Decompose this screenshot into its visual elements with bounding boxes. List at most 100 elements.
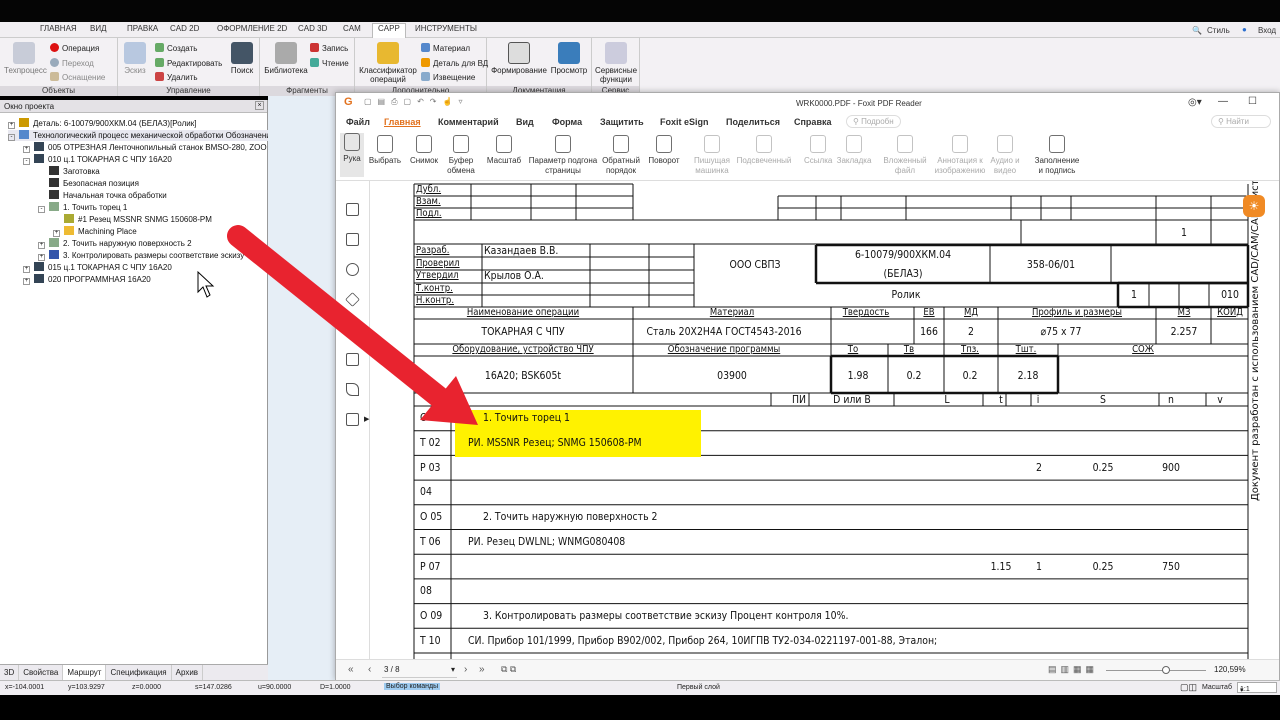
- tab-specification[interactable]: Спецификация: [106, 665, 172, 680]
- first-page-button[interactable]: «: [348, 664, 354, 675]
- part-db-button[interactable]: Деталь для ВД: [421, 58, 488, 68]
- tree-item[interactable]: +2. Точить наружную поверхность 2: [38, 238, 192, 249]
- style-dropdown[interactable]: Стиль: [1207, 26, 1230, 35]
- page-view-icons[interactable]: ⧉ ⧉: [501, 664, 516, 675]
- tree-item[interactable]: - Технологический процесс механической об…: [8, 130, 276, 141]
- fill-sign-tool[interactable]: Заполнение и подпись: [1032, 135, 1082, 176]
- layer-status[interactable]: Первый слой: [677, 684, 720, 691]
- expand-toggle-icon[interactable]: -: [38, 206, 45, 213]
- menu-protect[interactable]: Защитить: [600, 117, 644, 127]
- hand-tool[interactable]: Рука: [340, 133, 364, 177]
- expand-toggle-icon[interactable]: +: [38, 242, 45, 249]
- tab-view[interactable]: ВИД: [90, 24, 107, 33]
- zoom-level[interactable]: 120,59%: [1214, 665, 1246, 674]
- link-tool[interactable]: Ссылка: [804, 135, 832, 166]
- tab-capp[interactable]: CAPP: [372, 23, 406, 38]
- menu-view[interactable]: Вид: [516, 117, 534, 127]
- menu-home[interactable]: Главная: [384, 117, 421, 127]
- sketch-button[interactable]: Эскиз: [120, 42, 150, 75]
- tree-item[interactable]: +3. Контролировать размеры соответствие …: [38, 250, 244, 261]
- layout-mode-icons[interactable]: ▤▥▦▦: [1048, 664, 1098, 675]
- record-button[interactable]: Запись: [310, 43, 348, 53]
- tab-cad2d[interactable]: CAD 2D: [170, 24, 199, 33]
- audio-video-tool[interactable]: Аудио и видео: [988, 135, 1022, 176]
- delete-button[interactable]: Удалить: [155, 72, 198, 82]
- tree-item[interactable]: Начальная точка обработки: [38, 190, 167, 200]
- comments-icon[interactable]: [346, 263, 359, 276]
- expand-toggle-icon[interactable]: -: [23, 158, 30, 165]
- prev-page-button[interactable]: ‹: [368, 664, 371, 675]
- menu-file[interactable]: Файл: [346, 117, 370, 127]
- clipboard-tool[interactable]: Буфер обмена: [444, 135, 478, 176]
- typewriter-tool[interactable]: Пишущая машинка: [692, 135, 732, 176]
- service-functions-button[interactable]: Сервисные функции: [595, 42, 637, 84]
- attachment-info-icon[interactable]: [346, 413, 359, 426]
- menu-esign[interactable]: Foxit eSign: [660, 117, 709, 127]
- tab-archive[interactable]: Архив: [172, 665, 204, 680]
- tree-item[interactable]: #1 Резец MSSNR SNMG 150608-PM: [53, 214, 212, 224]
- zoom-slider-handle[interactable]: [1162, 666, 1170, 674]
- search-button[interactable]: Поиск: [228, 42, 256, 75]
- tab-home[interactable]: ГЛАВНАЯ: [40, 24, 77, 33]
- transition-button[interactable]: Переход: [50, 58, 94, 68]
- operation-button[interactable]: Операция: [50, 43, 99, 53]
- expand-panel-icon[interactable]: ▶: [364, 415, 369, 423]
- menu-form[interactable]: Форма: [552, 117, 582, 127]
- tree-item[interactable]: + Деталь: 6-10079/900ХКМ.04 (БЕЛАЗ)[Ролик…: [8, 118, 196, 129]
- read-button[interactable]: Чтение: [310, 58, 349, 68]
- edit-button[interactable]: Редактировать: [155, 58, 222, 68]
- snapshot-tool[interactable]: Снимок: [408, 135, 440, 166]
- attachment-tool[interactable]: Вложенный файл: [882, 135, 928, 176]
- notice-button[interactable]: Извещение: [421, 72, 475, 82]
- cad-viewport[interactable]: [268, 96, 338, 680]
- preview-button[interactable]: Просмотр: [549, 42, 589, 75]
- tree-item[interactable]: +005 ОТРЕЗНАЯ Ленточнопильный станок BMS…: [23, 142, 267, 153]
- library-button[interactable]: Библиотека: [264, 42, 308, 75]
- tell-me-search[interactable]: ⚲ Подробн: [846, 115, 901, 128]
- tab-design2d[interactable]: ОФОРМЛЕНИЕ 2D: [217, 24, 287, 33]
- minimize-button[interactable]: —: [1218, 96, 1228, 107]
- equipment-button[interactable]: Оснащение: [50, 72, 105, 82]
- scale-select[interactable]: 1:1 ▾: [1237, 682, 1277, 694]
- tree-item[interactable]: +020 ПРОГРАММНАЯ 16А20: [23, 274, 151, 285]
- next-page-button[interactable]: ›: [464, 664, 467, 675]
- signature-icon[interactable]: [346, 383, 359, 396]
- tab-3d[interactable]: 3D: [0, 665, 20, 680]
- menu-help[interactable]: Справка: [794, 117, 831, 127]
- tree-item[interactable]: + Machining Place: [53, 226, 137, 237]
- expand-toggle-icon[interactable]: +: [53, 230, 60, 237]
- tree-item[interactable]: +015 ц.1 ТОКАРНАЯ С ЧПУ 16А20: [23, 262, 172, 273]
- zoom-tool[interactable]: Масштаб: [486, 135, 522, 166]
- tab-cad3d[interactable]: CAD 3D: [298, 24, 327, 33]
- fit-page-tool[interactable]: Параметр подгона страницы: [528, 135, 598, 176]
- bookmark-tool[interactable]: Закладка: [836, 135, 872, 166]
- pages-icon[interactable]: [346, 233, 359, 246]
- find-input[interactable]: ⚲ Найти: [1211, 115, 1271, 128]
- bookmark-icon[interactable]: [346, 203, 359, 216]
- help-icon[interactable]: ●: [1242, 25, 1247, 34]
- page-number-input[interactable]: 3 / 8 ▾: [382, 663, 457, 678]
- layers-icon[interactable]: [345, 292, 360, 307]
- login-link[interactable]: Вход: [1258, 26, 1276, 35]
- search-icon[interactable]: 🔍: [1192, 26, 1202, 35]
- expand-toggle-icon[interactable]: +: [38, 254, 45, 261]
- menu-comment[interactable]: Комментарий: [438, 117, 499, 127]
- expand-toggle-icon[interactable]: +: [23, 266, 30, 273]
- account-icon[interactable]: ◎▾: [1188, 97, 1202, 108]
- image-annotation-tool[interactable]: Аннотация к изображению: [932, 135, 988, 176]
- tab-edit[interactable]: ПРАВКА: [127, 24, 158, 33]
- highlight-tool[interactable]: Подсвеченный: [734, 135, 794, 166]
- last-page-button[interactable]: »: [479, 664, 485, 675]
- tree-item[interactable]: - 010 ц.1 ТОКАРНАЯ С ЧПУ 16А20: [23, 154, 172, 165]
- tip-lightbulb-icon[interactable]: ☀: [1243, 195, 1265, 217]
- zoom-slider[interactable]: [1106, 670, 1206, 671]
- expand-toggle-icon[interactable]: -: [8, 134, 15, 141]
- rotate-tool[interactable]: Поворот: [646, 135, 682, 166]
- tree-item[interactable]: - 1. Точить торец 1: [38, 202, 127, 213]
- quick-access-icons[interactable]: ▢▤⎙▢↶↷☝▿: [364, 97, 468, 107]
- menu-share[interactable]: Поделиться: [726, 117, 780, 127]
- material-button[interactable]: Материал: [421, 43, 470, 53]
- techprocess-button[interactable]: Техпроцесс: [4, 42, 47, 75]
- tab-route[interactable]: Маршрут: [63, 665, 107, 680]
- reverse-order-tool[interactable]: Обратный порядок: [600, 135, 642, 176]
